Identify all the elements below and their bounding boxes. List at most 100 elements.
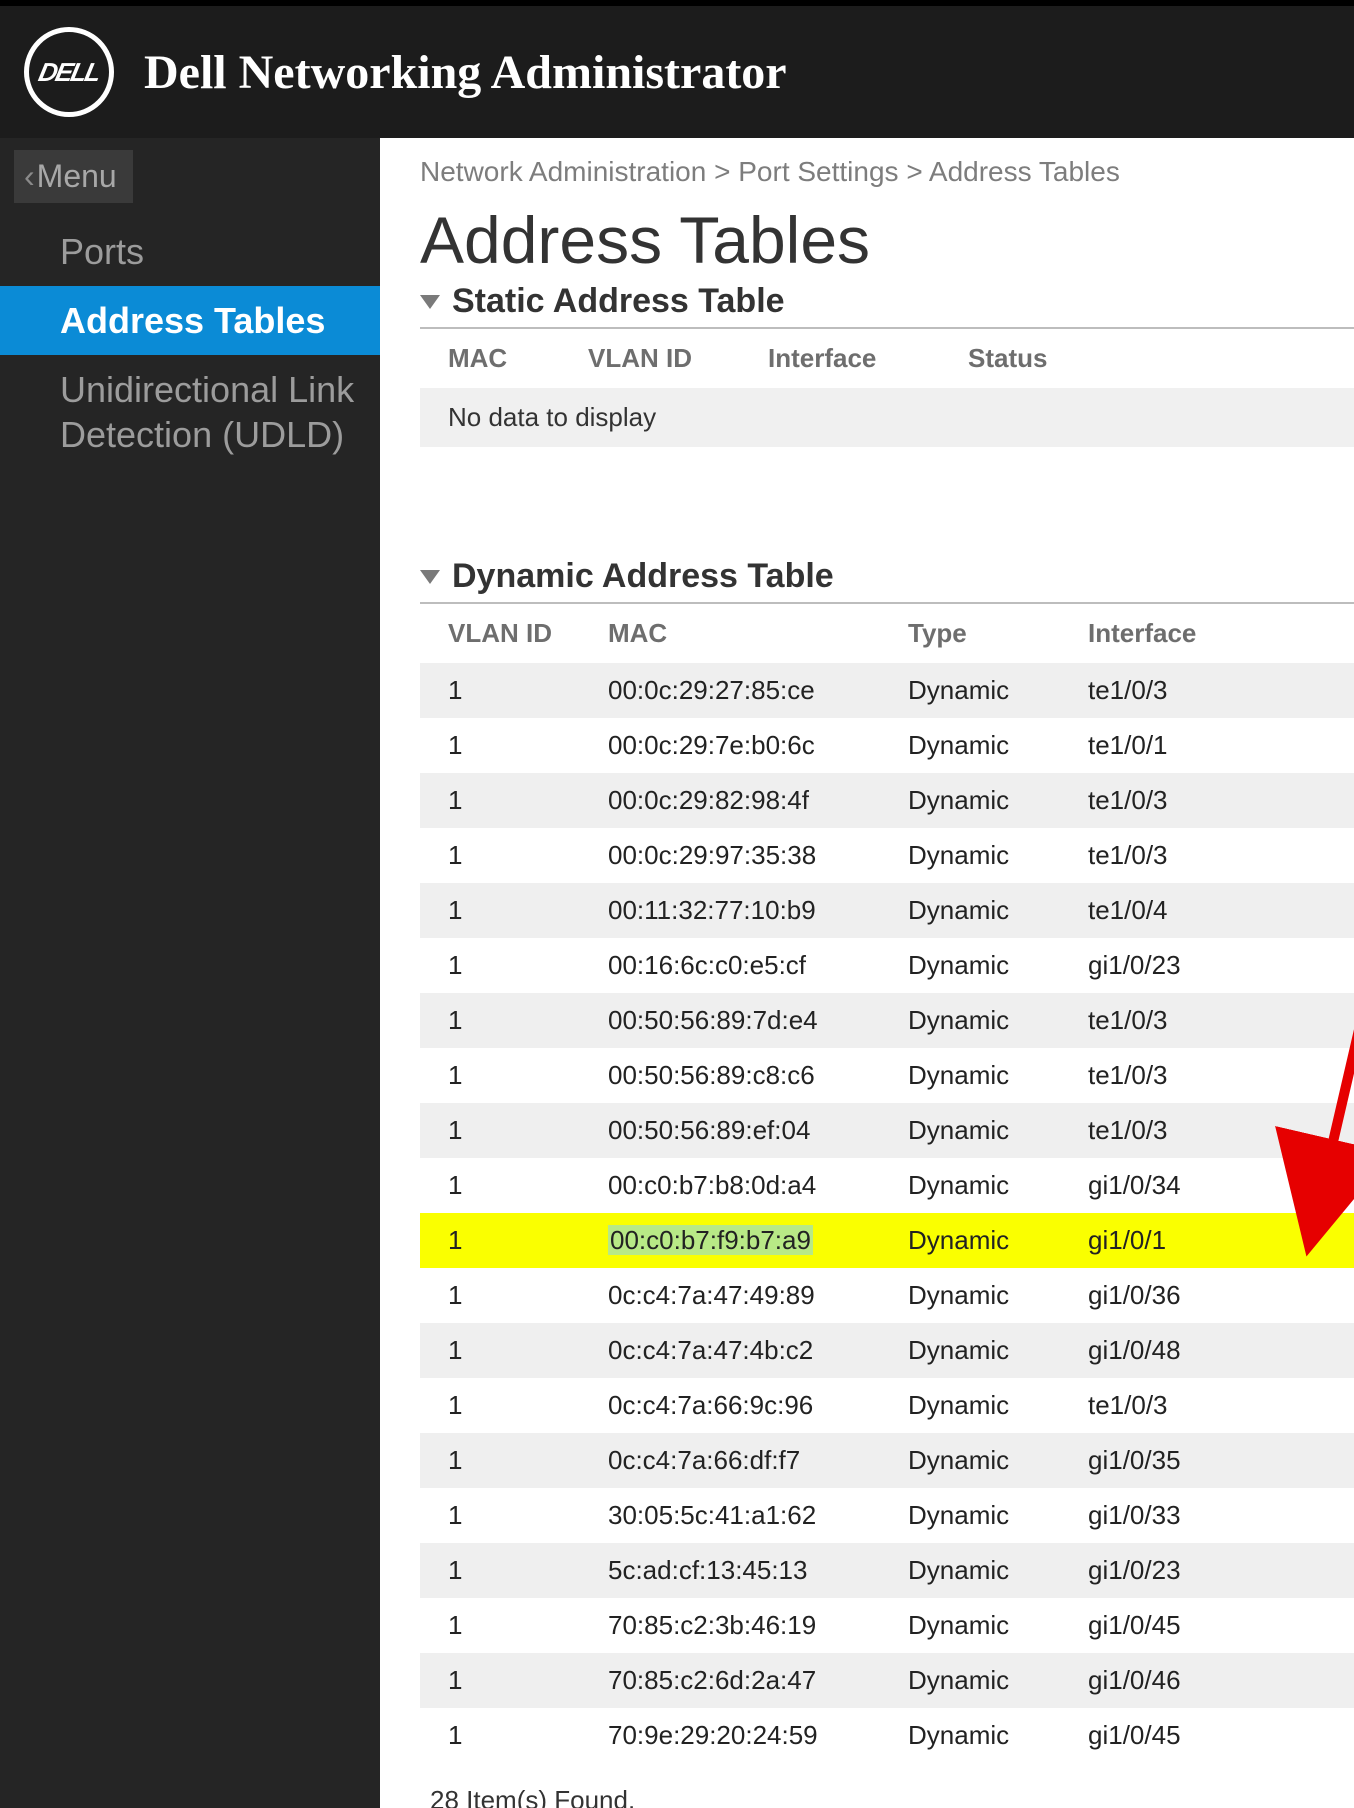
cell-vlan: 1 — [448, 1115, 608, 1146]
cell-interface: te1/0/4 — [1088, 895, 1288, 926]
cell-type: Dynamic — [908, 730, 1088, 761]
cell-type: Dynamic — [908, 785, 1088, 816]
table-row[interactable]: 100:0c:29:7e:b0:6cDynamicte1/0/1 — [420, 718, 1354, 773]
cell-vlan: 1 — [448, 950, 608, 981]
cell-interface: gi1/0/23 — [1088, 1555, 1288, 1586]
cell-type: Dynamic — [908, 1390, 1088, 1421]
table-row[interactable]: 100:0c:29:97:35:38Dynamicte1/0/3 — [420, 828, 1354, 883]
cell-interface: te1/0/3 — [1088, 1390, 1288, 1421]
cell-mac: 00:0c:29:27:85:ce — [608, 675, 908, 706]
cell-vlan: 1 — [448, 730, 608, 761]
cell-mac: 70:85:c2:3b:46:19 — [608, 1610, 908, 1641]
static-col-vlan[interactable]: VLAN ID — [588, 343, 768, 374]
table-row[interactable]: 100:50:56:89:ef:04Dynamicte1/0/3 — [420, 1103, 1354, 1158]
cell-vlan: 1 — [448, 1060, 608, 1091]
static-section-header[interactable]: Static Address Table — [420, 282, 1354, 321]
breadcrumb[interactable]: Network Administration > Port Settings >… — [420, 156, 1354, 188]
cell-mac: 70:9e:29:20:24:59 — [608, 1720, 908, 1751]
table-row[interactable]: 10c:c4:7a:66:9c:96Dynamicte1/0/3 — [420, 1378, 1354, 1433]
cell-type: Dynamic — [908, 1720, 1088, 1751]
cell-vlan: 1 — [448, 675, 608, 706]
cell-vlan: 1 — [448, 1005, 608, 1036]
static-section-title: Static Address Table — [452, 282, 785, 321]
cell-type: Dynamic — [908, 1555, 1088, 1586]
cell-type: Dynamic — [908, 1225, 1088, 1256]
chevron-down-icon — [420, 570, 440, 584]
dyn-col-mac[interactable]: MAC — [608, 618, 908, 649]
sidebar: ‹Menu PortsAddress TablesUnidirectional … — [0, 138, 380, 1808]
dyn-col-interface[interactable]: Interface — [1088, 618, 1288, 649]
cell-vlan: 1 — [448, 1445, 608, 1476]
cell-mac: 00:11:32:77:10:b9 — [608, 895, 908, 926]
cell-mac: 00:0c:29:7e:b0:6c — [608, 730, 908, 761]
cell-mac: 00:50:56:89:7d:e4 — [608, 1005, 908, 1036]
table-row[interactable]: 10c:c4:7a:47:49:89Dynamicgi1/0/36 — [420, 1268, 1354, 1323]
sidebar-item-address-tables[interactable]: Address Tables — [0, 286, 380, 355]
cell-interface: gi1/0/35 — [1088, 1445, 1288, 1476]
cell-mac: 30:05:5c:41:a1:62 — [608, 1500, 908, 1531]
header-bar: DELL Dell Networking Administrator — [0, 0, 1354, 138]
table-row[interactable]: 10c:c4:7a:47:4b:c2Dynamicgi1/0/48 — [420, 1323, 1354, 1378]
sidebar-item-unidirectional-link-detection-udld[interactable]: Unidirectional Link Detection (UDLD) — [0, 355, 380, 469]
static-table-header: MAC VLAN ID Interface Status — [420, 329, 1354, 388]
static-col-status[interactable]: Status — [968, 343, 1128, 374]
table-row[interactable]: 100:c0:b7:f9:b7:a9Dynamicgi1/0/1 — [420, 1213, 1354, 1268]
cell-interface: te1/0/3 — [1088, 1005, 1288, 1036]
static-col-interface[interactable]: Interface — [768, 343, 968, 374]
dyn-col-vlan[interactable]: VLAN ID — [448, 618, 608, 649]
table-row[interactable]: 170:9e:29:20:24:59Dynamicgi1/0/45 — [420, 1708, 1354, 1763]
cell-vlan: 1 — [448, 1500, 608, 1531]
cell-vlan: 1 — [448, 1610, 608, 1641]
cell-type: Dynamic — [908, 1170, 1088, 1201]
cell-interface: gi1/0/1 — [1088, 1225, 1288, 1256]
dell-logo-text: DELL — [36, 57, 102, 88]
table-row[interactable]: 100:16:6c:c0:e5:cfDynamicgi1/0/23 — [420, 938, 1354, 993]
cell-mac: 00:0c:29:82:98:4f — [608, 785, 908, 816]
cell-vlan: 1 — [448, 1665, 608, 1696]
cell-interface: te1/0/1 — [1088, 730, 1288, 761]
table-row[interactable]: 100:50:56:89:c8:c6Dynamicte1/0/3 — [420, 1048, 1354, 1103]
dynamic-section-header[interactable]: Dynamic Address Table — [420, 557, 1354, 596]
sidebar-item-ports[interactable]: Ports — [0, 217, 380, 286]
cell-type: Dynamic — [908, 1445, 1088, 1476]
cell-interface: gi1/0/45 — [1088, 1610, 1288, 1641]
cell-mac: 0c:c4:7a:66:df:f7 — [608, 1445, 908, 1476]
table-row[interactable]: 15c:ad:cf:13:45:13Dynamicgi1/0/23 — [420, 1543, 1354, 1598]
cell-interface: te1/0/3 — [1088, 785, 1288, 816]
table-row[interactable]: 100:0c:29:82:98:4fDynamicte1/0/3 — [420, 773, 1354, 828]
main-content: Network Administration > Port Settings >… — [380, 138, 1354, 1808]
table-row[interactable]: 130:05:5c:41:a1:62Dynamicgi1/0/33 — [420, 1488, 1354, 1543]
cell-mac: 00:c0:b7:f9:b7:a9 — [608, 1225, 908, 1256]
header-title: Dell Networking Administrator — [144, 45, 787, 100]
cell-interface: gi1/0/46 — [1088, 1665, 1288, 1696]
menu-back-button[interactable]: ‹Menu — [14, 150, 133, 203]
cell-vlan: 1 — [448, 1280, 608, 1311]
table-row[interactable]: 100:c0:b7:b8:0d:a4Dynamicgi1/0/34 — [420, 1158, 1354, 1213]
table-row[interactable]: 100:50:56:89:7d:e4Dynamicte1/0/3 — [420, 993, 1354, 1048]
cell-mac: 5c:ad:cf:13:45:13 — [608, 1555, 908, 1586]
static-col-mac[interactable]: MAC — [448, 343, 588, 374]
cell-type: Dynamic — [908, 1005, 1088, 1036]
cell-mac: 0c:c4:7a:47:4b:c2 — [608, 1335, 908, 1366]
cell-interface: te1/0/3 — [1088, 840, 1288, 871]
cell-vlan: 1 — [448, 840, 608, 871]
chevron-left-icon: ‹ — [24, 158, 35, 195]
table-row[interactable]: 170:85:c2:6d:2a:47Dynamicgi1/0/46 — [420, 1653, 1354, 1708]
cell-mac: 00:50:56:89:ef:04 — [608, 1115, 908, 1146]
cell-type: Dynamic — [908, 1335, 1088, 1366]
table-row[interactable]: 170:85:c2:3b:46:19Dynamicgi1/0/45 — [420, 1598, 1354, 1653]
cell-mac: 00:0c:29:97:35:38 — [608, 840, 908, 871]
chevron-down-icon — [420, 295, 440, 309]
cell-interface: gi1/0/48 — [1088, 1335, 1288, 1366]
table-row[interactable]: 100:11:32:77:10:b9Dynamicte1/0/4 — [420, 883, 1354, 938]
table-row[interactable]: 100:0c:29:27:85:ceDynamicte1/0/3 — [420, 663, 1354, 718]
dyn-col-type[interactable]: Type — [908, 618, 1088, 649]
cell-type: Dynamic — [908, 895, 1088, 926]
cell-mac: 00:c0:b7:b8:0d:a4 — [608, 1170, 908, 1201]
cell-interface: gi1/0/23 — [1088, 950, 1288, 981]
cell-mac: 70:85:c2:6d:2a:47 — [608, 1665, 908, 1696]
cell-interface: te1/0/3 — [1088, 675, 1288, 706]
cell-type: Dynamic — [908, 1665, 1088, 1696]
cell-vlan: 1 — [448, 1555, 608, 1586]
table-row[interactable]: 10c:c4:7a:66:df:f7Dynamicgi1/0/35 — [420, 1433, 1354, 1488]
